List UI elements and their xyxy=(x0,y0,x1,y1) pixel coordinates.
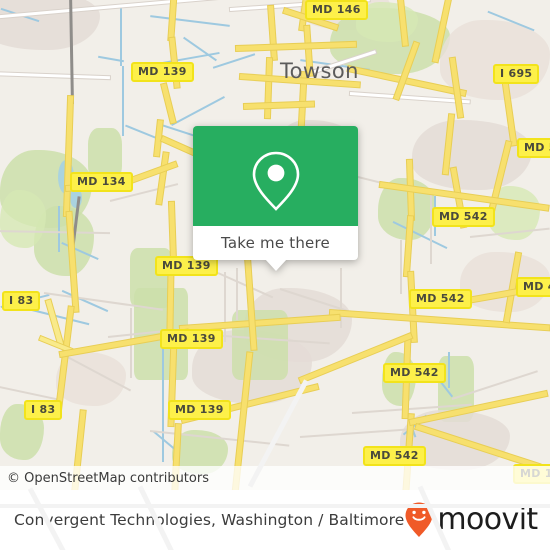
road-shield: MD 134 xyxy=(70,172,133,192)
road-major xyxy=(268,5,277,60)
road-shield: MD 41 xyxy=(516,277,550,297)
park-area xyxy=(0,190,46,248)
road-minor xyxy=(0,384,59,401)
location-callout[interactable]: Take me there xyxy=(193,126,358,271)
stream xyxy=(150,15,230,27)
watermark-line xyxy=(0,504,550,508)
city-label: Towson xyxy=(280,59,359,83)
take-me-there-label: Take me there xyxy=(221,234,330,252)
road-shield: MD 542 xyxy=(383,363,446,383)
road-minor xyxy=(349,92,470,104)
road-shield: I 83 xyxy=(2,291,41,311)
road-major xyxy=(168,201,177,262)
road-minor xyxy=(224,272,226,342)
stream xyxy=(171,96,225,126)
road-shield: MD 139 xyxy=(168,400,231,420)
callout-action-bar[interactable]: Take me there xyxy=(193,226,358,260)
road-shield: MD 542 xyxy=(409,289,472,309)
road-major xyxy=(329,310,550,331)
road-minor xyxy=(340,268,342,328)
road-shield: MD 139 xyxy=(131,62,194,82)
callout-tail xyxy=(265,259,287,271)
road-shield: MD 542 xyxy=(432,207,495,227)
map-screenshot: MD 146 MD 139 I 695 MD 134 MD 54 MD 542 MD 139… xyxy=(0,0,550,550)
road-shield: MD 146 xyxy=(305,0,368,20)
stream xyxy=(162,332,164,462)
moovit-wordmark: moovit xyxy=(437,502,538,537)
stream xyxy=(122,66,124,136)
road-minor xyxy=(430,190,432,264)
stream xyxy=(212,53,256,69)
attribution-text: © OpenStreetMap contributors xyxy=(7,470,209,486)
place-title: Convergent Technologies, Washington / Ba… xyxy=(14,511,405,529)
road-shield: MD 139 xyxy=(160,329,223,349)
road-major xyxy=(161,83,176,124)
road-minor xyxy=(0,72,110,80)
map-pin-icon xyxy=(252,151,299,211)
road-shield: MD 54 xyxy=(517,138,550,158)
road-minor xyxy=(400,240,402,294)
stream xyxy=(448,352,450,388)
footer-bar: Convergent Technologies, Washington / Ba… xyxy=(0,379,550,550)
road-shield: MD 542 xyxy=(363,446,426,466)
callout-pin-panel xyxy=(193,126,358,226)
stream xyxy=(120,6,122,66)
stream xyxy=(30,308,90,326)
road-major xyxy=(156,152,169,205)
road-minor xyxy=(236,268,238,320)
stream xyxy=(58,206,60,252)
attribution-bar: © OpenStreetMap contributors xyxy=(0,466,550,490)
road-shield: I 83 xyxy=(24,400,63,420)
road-major xyxy=(264,58,273,119)
road-shield: I 695 xyxy=(493,64,540,84)
